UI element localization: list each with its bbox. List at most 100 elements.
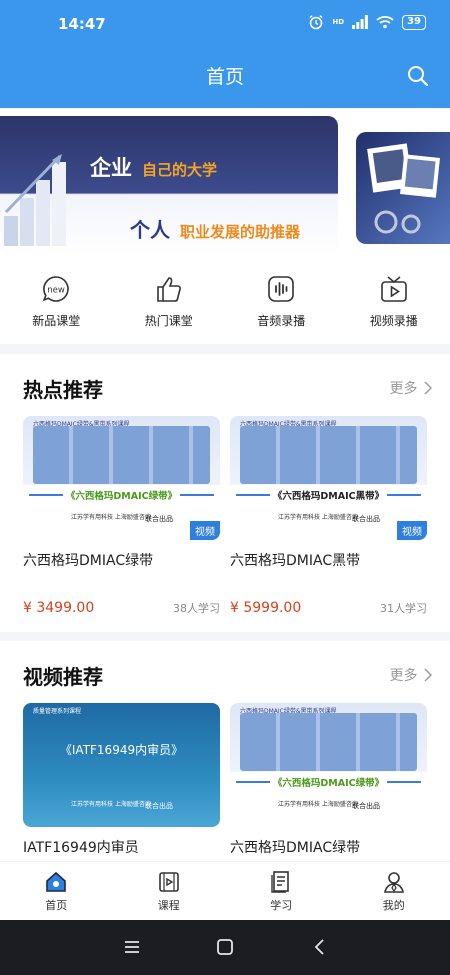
search-icon[interactable] xyxy=(406,64,430,88)
video-recommend-section: 视频推荐 更多 质量管理系列课程 《IATF16949内审员》 江苏学有用科技 … xyxy=(0,641,450,861)
banner-slide-next[interactable] xyxy=(356,132,450,244)
more-link[interactable]: 更多 xyxy=(390,378,432,398)
course-card[interactable]: 质量管理系列课程 《IATF16949内审员》 江苏学有用科技 上海励盛咨询 联… xyxy=(23,703,220,857)
tab-home[interactable]: 首页 xyxy=(0,862,113,920)
tab-study[interactable]: 学习 xyxy=(225,862,338,920)
thumb-course-name: 《六西格玛DMAIC绿带》 xyxy=(23,488,220,502)
course-thumbnail: 六西格玛DMAIC绿带&黑带系列课程 《六西格玛DMAIC绿带》 江苏学有用科技… xyxy=(23,416,220,540)
tab-label: 课程 xyxy=(157,899,180,912)
banner-carousel[interactable]: 企业 自己的大学 个人 职业发展的助推器 xyxy=(0,108,450,260)
quick-item-label: 热门课堂 xyxy=(144,314,193,328)
banner-line-2-sub: 职业发展的助推器 xyxy=(180,223,301,241)
course-title: 六西格玛DMIAC绿带 xyxy=(230,840,361,856)
video-tag: 视频 xyxy=(397,521,427,540)
thumb-series-label: 质量管理系列课程 xyxy=(33,708,82,715)
thumb-joint-label: 联合出品 xyxy=(145,515,173,523)
quick-item-new[interactable]: new 新品课堂 xyxy=(0,260,113,344)
status-time: 14:47 xyxy=(58,15,106,33)
more-link[interactable]: 更多 xyxy=(390,665,432,685)
thumb-course-name: 《六西格玛DMAIC绿带》 xyxy=(230,775,427,789)
thumb-orgs: 江苏学有用科技 上海励盛咨询 xyxy=(71,801,151,808)
course-card[interactable]: 六西格玛DMAIC绿带&黑带系列课程 《六西格玛DMAIC绿带》 江苏学有用科技… xyxy=(230,703,427,857)
thumb-joint-label: 联合出品 xyxy=(352,515,380,523)
system-navigation-bar xyxy=(0,920,450,975)
more-label: 更多 xyxy=(389,381,418,397)
course-price: ¥ 5999.00 xyxy=(230,600,302,616)
course-title: IATF16949内审员 xyxy=(23,840,139,856)
price-row: ¥ 5999.00 31人学习 xyxy=(230,600,427,616)
tab-label: 我的 xyxy=(382,899,405,912)
top-bar: 14:47 HD 39 首页 xyxy=(0,0,450,108)
course-list: 质量管理系列课程 《IATF16949内审员》 江苏学有用科技 上海励盛咨询 联… xyxy=(23,703,427,857)
photo-frames-illustration xyxy=(367,143,440,234)
banner-line-1-sub: 自己的大学 xyxy=(142,161,218,179)
thumb-orgs: 江苏学有用科技 上海励盛咨询 xyxy=(71,514,151,521)
thumb-joint-label: 联合出品 xyxy=(145,802,173,810)
video-tag: 视频 xyxy=(190,521,220,540)
tv-icon xyxy=(380,276,407,302)
filmstrip-graphic xyxy=(240,713,417,771)
section-title: 热点推荐 xyxy=(23,378,103,402)
status-icons: HD 39 xyxy=(308,14,426,30)
new-badge-icon: new xyxy=(42,276,69,302)
svg-text:new: new xyxy=(47,286,65,296)
thumbs-up-icon xyxy=(156,277,181,302)
battery-indicator: 39 xyxy=(402,14,426,30)
course-list: 六西格玛DMAIC绿带&黑带系列课程 《六西格玛DMAIC绿带》 江苏学有用科技… xyxy=(23,416,427,616)
tab-profile[interactable]: 我的 xyxy=(338,862,450,920)
learner-count: 31人学习 xyxy=(380,602,427,615)
tab-label: 学习 xyxy=(270,899,293,912)
tab-label: 首页 xyxy=(45,899,68,912)
quick-item-audio[interactable]: 音频录播 xyxy=(225,260,338,344)
course-thumbnail: 六西格玛DMAIC绿带&黑带系列课程 《六西格玛DMAIC黑带》 江苏学有用科技… xyxy=(230,416,427,540)
staircase-illustration xyxy=(4,154,66,246)
course-title: 六西格玛DMIAC绿带 xyxy=(23,553,154,569)
chevron-right-icon xyxy=(424,381,432,395)
profile-icon xyxy=(383,872,404,893)
thumb-course-name: 《六西格玛DMAIC黑带》 xyxy=(230,488,427,502)
thumb-joint-label: 联合出品 xyxy=(352,802,380,810)
bottom-tab-bar: 首页 课程 学习 我的 xyxy=(0,862,450,920)
thumb-orgs: 江苏学有用科技 上海励盛咨询 xyxy=(278,801,358,808)
banner-line-2: 个人 职业发展的助推器 xyxy=(130,214,300,243)
home-square-icon[interactable] xyxy=(215,937,235,957)
course-thumbnail: 质量管理系列课程 《IATF16949内审员》 江苏学有用科技 上海励盛咨询 联… xyxy=(23,703,220,827)
course-thumbnail: 六西格玛DMAIC绿带&黑带系列课程 《六西格玛DMAIC绿带》 江苏学有用科技… xyxy=(230,703,427,827)
quick-item-hot[interactable]: 热门课堂 xyxy=(113,260,226,344)
signal-hd-label: HD xyxy=(332,18,345,26)
course-card[interactable]: 六西格玛DMAIC绿带&黑带系列课程 《六西格玛DMAIC黑带》 江苏学有用科技… xyxy=(230,416,427,616)
hot-recommend-section: 热点推荐 更多 六西格玛DMAIC绿带&黑带系列课程 《六西格玛DMAIC绿带》… xyxy=(0,354,450,632)
study-icon xyxy=(271,871,290,893)
banner-line-1-main: 企业 xyxy=(90,156,132,180)
page-title: 首页 xyxy=(205,66,244,88)
quick-menu: new 新品课堂 热门课堂 音频录播 视频录播 xyxy=(0,260,450,344)
alarm-icon xyxy=(309,15,323,30)
signal-icon xyxy=(352,15,368,29)
course-title: 六西格玛DMIAC黑带 xyxy=(230,553,361,569)
thumb-course-name: 《IATF16949内审员》 xyxy=(59,743,184,757)
price-row: ¥ 3499.00 38人学习 xyxy=(23,600,220,616)
status-bar: 14:47 HD 39 xyxy=(0,0,450,50)
learner-count: 38人学习 xyxy=(173,602,220,615)
quick-item-label: 视频录播 xyxy=(369,314,418,328)
quick-item-label: 新品课堂 xyxy=(32,314,81,328)
banner-slide-main[interactable]: 企业 自己的大学 个人 职业发展的助推器 xyxy=(0,116,338,256)
section-title: 视频推荐 xyxy=(23,665,103,689)
quick-item-video[interactable]: 视频录播 xyxy=(338,260,450,344)
home-icon xyxy=(46,871,67,892)
banner-line-2-main: 个人 xyxy=(130,218,170,242)
quick-item-label: 音频录播 xyxy=(257,314,306,328)
banner-line-1: 企业 自己的大学 xyxy=(90,152,217,182)
menu-icon[interactable] xyxy=(122,937,142,957)
wifi-icon xyxy=(376,16,394,29)
course-card[interactable]: 六西格玛DMAIC绿带&黑带系列课程 《六西格玛DMAIC绿带》 江苏学有用科技… xyxy=(23,416,220,616)
course-icon xyxy=(158,872,179,892)
course-price: ¥ 3499.00 xyxy=(23,600,95,616)
filmstrip-graphic xyxy=(240,426,417,484)
tab-course[interactable]: 课程 xyxy=(113,862,226,920)
more-label: 更多 xyxy=(389,668,418,684)
audio-icon xyxy=(268,276,295,302)
back-icon[interactable] xyxy=(310,937,330,957)
thumb-orgs: 江苏学有用科技 上海励盛咨询 xyxy=(278,514,358,521)
chevron-right-icon xyxy=(424,668,432,682)
